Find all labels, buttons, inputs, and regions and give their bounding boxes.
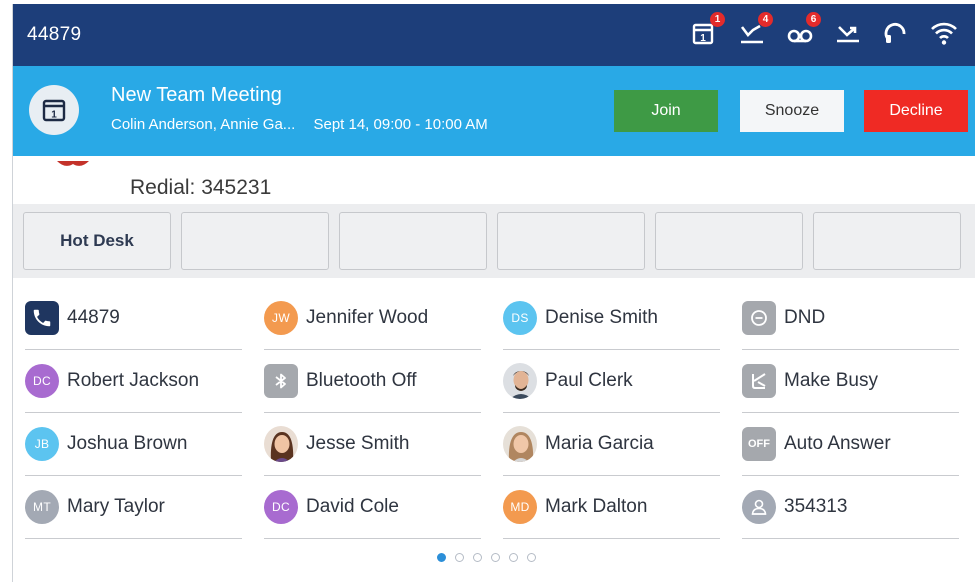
contact-avatar-peek	[53, 156, 93, 166]
line-key-label: Make Busy	[784, 370, 878, 391]
meeting-calendar-icon: 1	[29, 85, 79, 135]
line-key-44879[interactable]: 44879	[25, 287, 242, 350]
call-forward-icon[interactable]	[833, 18, 863, 48]
line-key-jesse-smith[interactable]: Jesse Smith	[264, 413, 481, 476]
softkey-4[interactable]	[497, 212, 645, 270]
line-key-mary-taylor[interactable]: MT Mary Taylor	[25, 476, 242, 539]
auto-answer-icon: OFF	[742, 427, 776, 461]
softkey-3[interactable]	[339, 212, 487, 270]
missed-call-badge: 4	[758, 12, 773, 27]
line-key-label: Jesse Smith	[306, 433, 410, 454]
line-key-label: Paul Clerk	[545, 370, 633, 391]
softkey-hot-desk[interactable]: Hot Desk	[23, 212, 171, 270]
line-key-auto-answer[interactable]: OFF Auto Answer	[742, 413, 959, 476]
line-key-robert-jackson[interactable]: DC Robert Jackson	[25, 350, 242, 413]
line-key-label: David Cole	[306, 496, 399, 517]
line-key-label: DND	[784, 307, 826, 328]
missed-call-icon[interactable]: 4	[737, 12, 773, 48]
line-key-column-1: 44879 DC Robert Jackson JB Joshua Brown …	[25, 287, 242, 539]
line-key-label: Mark Dalton	[545, 496, 648, 517]
voicemail-icon[interactable]: 6	[785, 12, 821, 48]
bluetooth-icon	[264, 364, 298, 398]
line-key-label: 354313	[784, 496, 848, 517]
meeting-title: New Team Meeting	[111, 84, 282, 106]
softkey-5[interactable]	[655, 212, 803, 270]
calendar-icon[interactable]: 1 1	[689, 12, 725, 48]
avatar: JW	[264, 301, 298, 335]
line-key-label: Maria Garcia	[545, 433, 654, 454]
paul-clerk-photo	[503, 363, 537, 399]
line-key-column-3: DS Denise Smith Paul Clerk Maria Garcia	[503, 287, 720, 539]
line-key-joshua-brown[interactable]: JB Joshua Brown	[25, 413, 242, 476]
line-key-make-busy[interactable]: Make Busy	[742, 350, 959, 413]
status-extension: 44879	[27, 24, 82, 45]
line-key-paul-clerk[interactable]: Paul Clerk	[503, 350, 720, 413]
maria-garcia-photo	[503, 426, 537, 462]
avatar: DS	[503, 301, 537, 335]
line-key-label: Robert Jackson	[67, 370, 200, 391]
jesse-smith-photo	[264, 426, 298, 462]
meeting-notification-banner: 1 New Team Meeting Colin Anderson, Annie…	[13, 66, 975, 156]
status-icons: 1 1 4 6	[689, 12, 959, 48]
make-busy-icon	[742, 364, 776, 398]
dnd-icon	[742, 301, 776, 335]
line-key-label: Mary Taylor	[67, 496, 165, 517]
line-key-label: Bluetooth Off	[306, 370, 417, 391]
phone-handset-icon	[25, 301, 59, 335]
page-indicator	[437, 553, 536, 562]
avatar: DC	[264, 490, 298, 524]
line-key-label: Auto Answer	[784, 433, 891, 454]
snooze-button[interactable]: Snooze	[740, 90, 844, 132]
softkey-6[interactable]	[813, 212, 961, 270]
line-key-label: Joshua Brown	[67, 433, 188, 454]
softkey-2[interactable]	[181, 212, 329, 270]
svg-text:1: 1	[700, 33, 706, 44]
redial-text[interactable]: Redial: 345231	[130, 176, 271, 200]
status-bar: 44879 1 1 4 6	[13, 4, 975, 66]
decline-button[interactable]: Decline	[864, 90, 968, 132]
voicemail-badge: 6	[806, 12, 821, 27]
avatar: DC	[25, 364, 59, 398]
svg-text:1: 1	[51, 110, 57, 121]
line-key-maria-garcia[interactable]: Maria Garcia	[503, 413, 720, 476]
avatar: MT	[25, 490, 59, 524]
page-dot-4[interactable]	[491, 553, 500, 562]
line-key-dnd[interactable]: DND	[742, 287, 959, 350]
line-key-label: Jennifer Wood	[306, 307, 429, 328]
avatar: JB	[25, 427, 59, 461]
line-key-jennifer-wood[interactable]: JW Jennifer Wood	[264, 287, 481, 350]
softkey-bar: Hot Desk	[13, 204, 975, 278]
line-key-label: 44879	[67, 307, 120, 328]
meeting-details: Colin Anderson, Annie Ga... Sept 14, 09:…	[111, 116, 488, 133]
page-dot-1[interactable]	[437, 553, 446, 562]
avatar: MD	[503, 490, 537, 524]
meeting-time: Sept 14, 09:00 - 10:00 AM	[313, 116, 488, 133]
phone-screen: 44879 1 1 4 6 1 New Team Meeting Colin A…	[12, 4, 975, 582]
meeting-attendees: Colin Anderson, Annie Ga...	[111, 116, 296, 133]
headset-icon[interactable]	[881, 18, 911, 48]
page-dot-5[interactable]	[509, 553, 518, 562]
group-icon	[742, 490, 776, 524]
line-key-354313[interactable]: 354313	[742, 476, 959, 539]
wifi-icon[interactable]	[929, 18, 959, 48]
calendar-badge: 1	[710, 12, 725, 27]
page-dot-6[interactable]	[527, 553, 536, 562]
join-button[interactable]: Join	[614, 90, 718, 132]
line-key-bluetooth-off[interactable]: Bluetooth Off	[264, 350, 481, 413]
line-key-david-cole[interactable]: DC David Cole	[264, 476, 481, 539]
line-key-denise-smith[interactable]: DS Denise Smith	[503, 287, 720, 350]
line-key-column-4: DND Make Busy OFF Auto Answer 354313	[742, 287, 959, 539]
line-key-mark-dalton[interactable]: MD Mark Dalton	[503, 476, 720, 539]
line-key-column-2: JW Jennifer Wood Bluetooth Off Jesse Smi…	[264, 287, 481, 539]
page-dot-3[interactable]	[473, 553, 482, 562]
line-key-label: Denise Smith	[545, 307, 658, 328]
page-dot-2[interactable]	[455, 553, 464, 562]
